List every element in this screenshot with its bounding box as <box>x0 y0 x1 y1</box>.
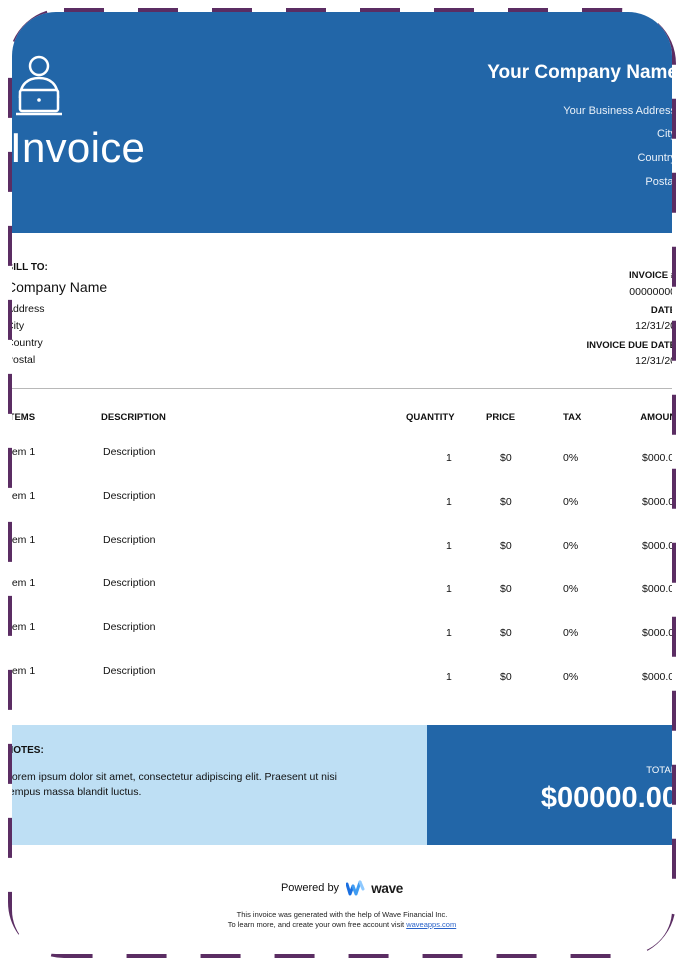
person-at-laptop-icon <box>16 55 62 116</box>
row-tax: 0% <box>563 671 579 683</box>
wave-logo-icon <box>346 880 365 896</box>
table-row: Item 1 Description 1 $0 0% $000.00 <box>12 665 672 705</box>
footer-line-2-text: To learn more, and create your own free … <box>227 920 407 929</box>
bill-to-name: Company Name <box>12 279 108 295</box>
date-label: DATE <box>650 305 672 316</box>
bill-to-country: Country <box>12 337 43 349</box>
row-amount: $000.00 <box>642 540 672 552</box>
row-item: Item 1 <box>12 577 36 589</box>
company-address: Your Business Address <box>563 105 672 117</box>
date-value: 12/31/20 <box>635 320 672 332</box>
row-amount: $000.00 <box>642 452 672 464</box>
company-postal: Postal <box>645 176 672 188</box>
company-name: Your Company Name <box>487 62 672 83</box>
row-price: $0 <box>500 540 512 552</box>
invoice-number-value: 00000000 <box>629 286 672 298</box>
due-date-label: INVOICE DUE DATE <box>586 340 672 351</box>
invoice-header: Invoice Your Company Name Your Business … <box>12 12 672 233</box>
row-tax: 0% <box>563 452 579 464</box>
row-quantity: 1 <box>446 452 452 464</box>
row-quantity: 1 <box>446 583 452 595</box>
row-quantity: 1 <box>446 540 452 552</box>
row-quantity: 1 <box>446 496 452 508</box>
bill-to-postal: Postal <box>12 354 36 366</box>
table-row: Item 1 Description 1 $0 0% $000.00 <box>12 577 672 617</box>
table-row: Item 1 Description 1 $0 0% $000.00 <box>12 446 672 486</box>
total-panel: TOTAL $00000.00 <box>427 725 672 845</box>
notes-label: NOTES: <box>12 745 44 756</box>
invoice-sheet: Invoice Your Company Name Your Business … <box>12 12 672 954</box>
row-item: Item 1 <box>12 534 36 546</box>
invoice-title: Invoice <box>12 124 146 171</box>
notes-text: Lorem ipsum dolor sit amet, consectetur … <box>12 771 337 798</box>
items-column-header: ITEMS <box>12 412 36 423</box>
row-description: Description <box>103 621 156 633</box>
powered-by-label: Powered by <box>280 882 340 894</box>
row-quantity: 1 <box>446 627 452 639</box>
row-description: Description <box>103 446 156 458</box>
wave-brand: wave <box>371 880 404 896</box>
amount-column-header: AMOUNT <box>640 412 672 423</box>
total-value: $00000.00 <box>540 782 672 814</box>
bill-to-city: City <box>12 320 25 332</box>
row-tax: 0% <box>563 496 579 508</box>
row-tax: 0% <box>563 627 579 639</box>
row-tax: 0% <box>563 540 579 552</box>
row-price: $0 <box>500 671 512 683</box>
row-amount: $000.00 <box>642 627 672 639</box>
row-amount: $000.00 <box>642 671 672 683</box>
table-row: Item 1 Description 1 $0 0% $000.00 <box>12 534 672 574</box>
row-item: Item 1 <box>12 490 36 502</box>
footer-line-2: To learn more, and create your own free … <box>12 920 672 929</box>
table-row: Item 1 Description 1 $0 0% $000.00 <box>12 490 672 530</box>
row-item: Item 1 <box>12 446 36 458</box>
row-item: Item 1 <box>12 665 36 677</box>
bill-to-address: Address <box>12 303 45 315</box>
row-description: Description <box>103 534 156 546</box>
price-column-header: PRICE <box>486 412 516 423</box>
total-label: TOTAL <box>646 765 672 776</box>
company-city: City <box>657 128 672 140</box>
row-description: Description <box>103 490 156 502</box>
row-price: $0 <box>500 627 512 639</box>
row-price: $0 <box>500 452 512 464</box>
tax-column-header: TAX <box>563 412 582 423</box>
waveapps-link[interactable]: waveapps.com <box>406 920 456 929</box>
table-row: Item 1 Description 1 $0 0% $000.00 <box>12 621 672 661</box>
row-quantity: 1 <box>446 671 452 683</box>
section-divider <box>12 388 672 389</box>
invoice-number-label: INVOICE # <box>629 270 672 281</box>
description-column-header: DESCRIPTION <box>101 412 166 423</box>
row-description: Description <box>103 665 156 677</box>
row-item: Item 1 <box>12 621 36 633</box>
row-tax: 0% <box>563 583 579 595</box>
row-price: $0 <box>500 583 512 595</box>
row-description: Description <box>103 577 156 589</box>
row-price: $0 <box>500 496 512 508</box>
footer-line-1: This invoice was generated with the help… <box>236 910 448 919</box>
row-amount: $000.00 <box>642 496 672 508</box>
quantity-column-header: QUANTITY <box>406 412 455 423</box>
bill-to-label: BILL TO: <box>12 262 48 273</box>
company-country: Country <box>637 152 672 164</box>
powered-by: Powered by wave <box>12 880 672 896</box>
notes-panel: NOTES: Lorem ipsum dolor sit amet, conse… <box>12 725 427 845</box>
row-amount: $000.00 <box>642 583 672 595</box>
due-date-value: 12/31/20 <box>635 355 672 367</box>
